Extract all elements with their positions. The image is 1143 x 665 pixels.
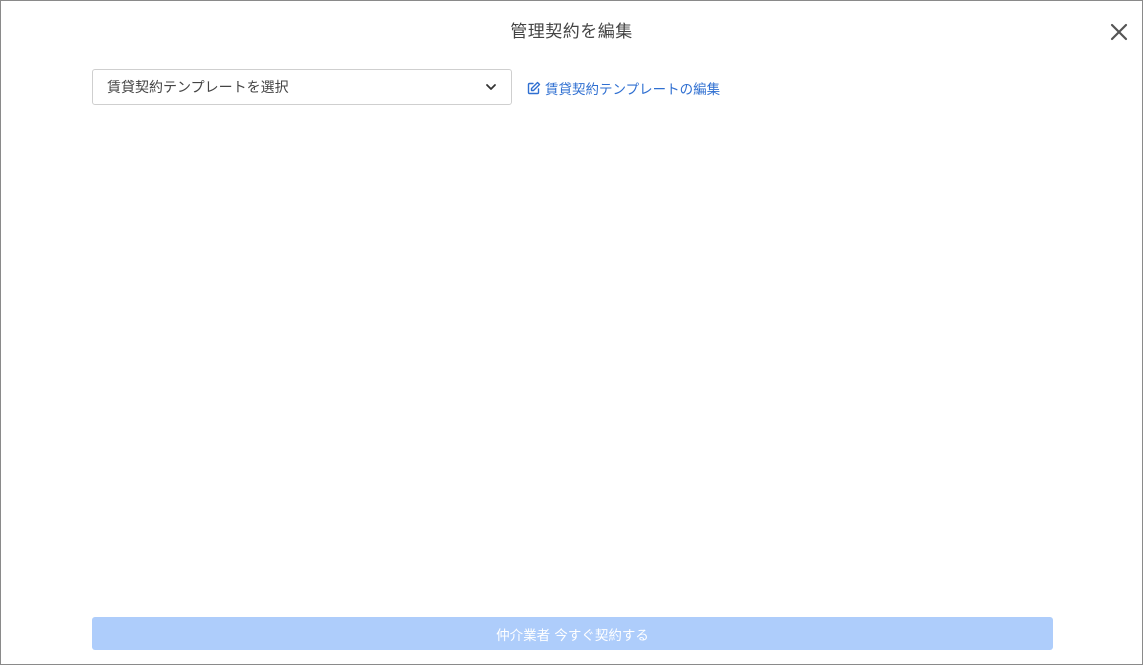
chevron-down-icon [485,81,497,93]
close-button[interactable] [1106,19,1132,45]
close-icon [1106,19,1132,45]
edit-management-contract-modal: 管理契約を編集 賃貸契約テンプレートを選択 賃貸契約テンプレートの編集 仲介業者… [0,0,1143,665]
rental-template-select[interactable]: 賃貸契約テンプレートを選択 [92,69,512,105]
edit-template-link[interactable]: 賃貸契約テンプレートの編集 [527,78,720,98]
edit-link-label: 賃貸契約テンプレートの編集 [545,82,721,98]
edit-icon [527,81,541,95]
sign-contract-now-button[interactable]: 仲介業者 今すぐ契約する [92,617,1053,650]
modal-title: 管理契約を編集 [510,22,633,42]
select-value: 賃貸契約テンプレートを選択 [107,80,289,96]
